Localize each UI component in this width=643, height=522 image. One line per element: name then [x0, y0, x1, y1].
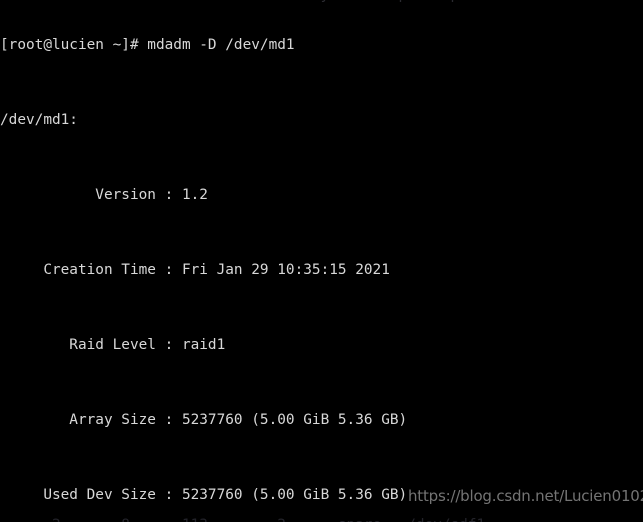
detail-line-array-size: Array Size : 5237760 (5.00 GiB 5.36 GB): [0, 412, 408, 428]
detail-line-version: Version : 1.2: [0, 187, 208, 203]
terminal-window[interactable]: y p p [root@lucien ~]# mdadm -D /dev/md1…: [0, 0, 643, 522]
detail-line-creation-time: Creation Time : Fri Jan 29 10:35:15 2021: [0, 262, 390, 278]
detail-line-used-dev-size: Used Dev Size : 5237760 (5.00 GiB 5.36 G…: [0, 487, 408, 503]
terminal-screen: [root@lucien ~]# mdadm -D /dev/md1 /dev/…: [0, 0, 643, 522]
clipped-bottom-line: 2 8 113 2 spare /dev/sdf1: [0, 513, 643, 522]
device-header-line: /dev/md1:: [0, 112, 78, 128]
prompt-line: [root@lucien ~]# mdadm -D /dev/md1: [0, 37, 295, 53]
detail-line-raid-level: Raid Level : raid1: [0, 337, 226, 353]
